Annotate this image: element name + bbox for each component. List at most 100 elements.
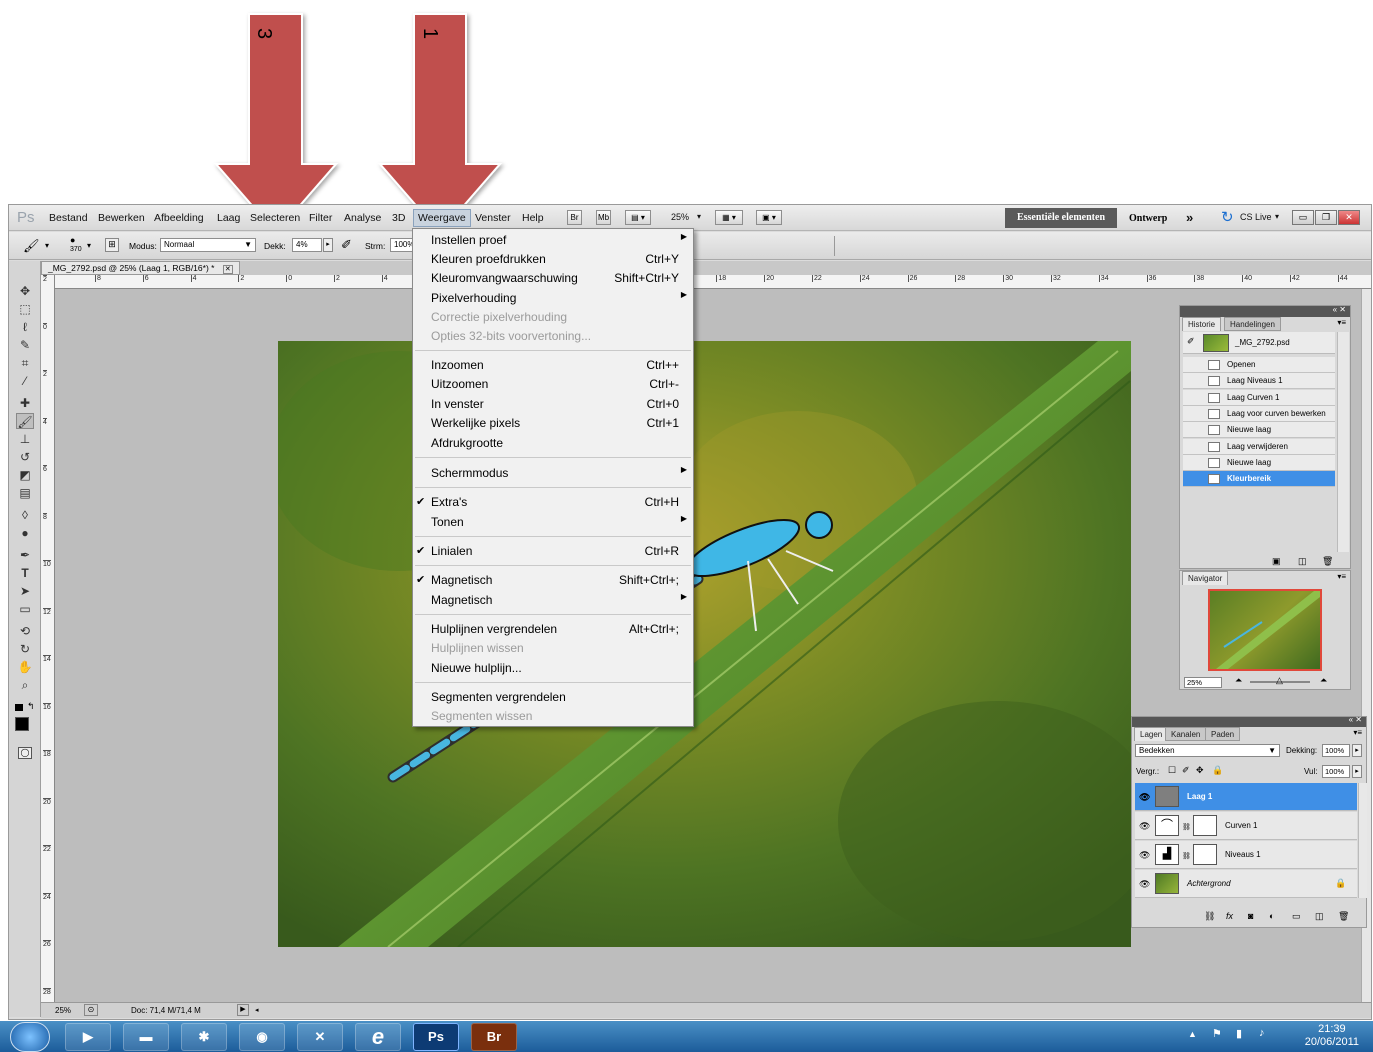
healing-brush-tool-icon[interactable]: ✚: [16, 395, 34, 411]
eyedropper-tool-icon[interactable]: ⁄: [16, 373, 34, 389]
menu-selecteren[interactable]: Selecteren: [250, 212, 300, 224]
menu-item-in-venster[interactable]: In venster Ctrl+0: [413, 395, 693, 414]
history-state-row[interactable]: Openen: [1183, 357, 1335, 373]
path-selection-tool-icon[interactable]: ➤: [16, 583, 34, 599]
show-hidden-icons-icon[interactable]: ▲: [1188, 1029, 1197, 1039]
chevron-down-icon[interactable]: ▾: [87, 241, 91, 250]
zoom-tool-icon[interactable]: ⌕: [16, 677, 34, 693]
chevron-down-icon[interactable]: ▾: [697, 212, 701, 221]
default-colors-icon[interactable]: [15, 704, 23, 711]
history-state-row[interactable]: Laag voor curven bewerken: [1183, 405, 1335, 422]
menu-venster[interactable]: Venster: [475, 212, 511, 224]
minibridge-button[interactable]: Mb: [596, 210, 611, 225]
workspace-design-button[interactable]: Ontwerp: [1129, 213, 1167, 224]
brush-tool-icon[interactable]: 🖌: [16, 413, 34, 429]
3d-rotate-tool-icon[interactable]: ⟲: [16, 623, 34, 639]
crop-tool-icon[interactable]: ⌗: [16, 355, 34, 371]
menu-3d[interactable]: 3D: [392, 212, 405, 224]
menu-item-werkelijke-pixels[interactable]: Werkelijke pixels Ctrl+1: [413, 414, 693, 433]
menu-filter[interactable]: Filter: [309, 212, 332, 224]
status-options-icon[interactable]: ⊙: [84, 1004, 98, 1016]
menu-item-tonen[interactable]: Tonen ▶: [413, 513, 693, 532]
brush-preset-icon[interactable]: ●: [70, 235, 75, 245]
action-center-flag-icon[interactable]: ⚑: [1212, 1027, 1222, 1040]
workspace-essentials-button[interactable]: Essentiële elementen: [1005, 208, 1117, 228]
menu-item-magnetisch[interactable]: Magnetisch ▶: [413, 591, 693, 610]
history-state-row[interactable]: Laag Niveaus 1: [1183, 373, 1335, 390]
history-brush-tool-icon[interactable]: ↺: [16, 449, 34, 465]
tab-navigator[interactable]: Navigator: [1182, 571, 1229, 585]
menu-item-pixelverhouding[interactable]: Pixelverhouding ▶: [413, 289, 693, 308]
start-button[interactable]: [10, 1022, 50, 1052]
lock-transparency-icon[interactable]: ☐: [1168, 765, 1176, 776]
hand-tool-icon[interactable]: ✋: [16, 659, 34, 675]
status-menu-button[interactable]: ▶: [237, 1004, 249, 1016]
menu-afbeelding[interactable]: Afbeelding: [154, 212, 204, 224]
tab-paden[interactable]: Paden: [1205, 727, 1241, 741]
eye-icon[interactable]: 👁: [1139, 850, 1150, 861]
menu-item-extra-s[interactable]: ✔ Extra's Ctrl+H: [413, 493, 693, 512]
opacity-field[interactable]: 4%: [292, 238, 322, 252]
opacity-slider-button[interactable]: ▸: [323, 238, 333, 252]
panel-menu-icon[interactable]: ▾≡: [1353, 728, 1362, 737]
scroll-left-icon[interactable]: ◂: [255, 1004, 259, 1018]
swap-colors-icon[interactable]: ↰: [27, 701, 35, 712]
bridge-taskbar-button[interactable]: Br: [471, 1023, 517, 1051]
history-brush-source-icon[interactable]: ✐: [1187, 336, 1195, 347]
document-canvas-photo[interactable]: [278, 341, 1131, 947]
history-state-row[interactable]: Laag Curven 1: [1183, 389, 1335, 406]
menu-item-afdrukgrootte[interactable]: Afdrukgrootte: [413, 434, 693, 453]
delete-state-icon[interactable]: 🗑: [1322, 556, 1333, 567]
new-layer-icon[interactable]: ◫: [1315, 911, 1324, 922]
close-button[interactable]: ✕: [1338, 210, 1360, 225]
link-layers-icon[interactable]: ⛓: [1204, 911, 1215, 922]
history-state-row[interactable]: Laag verwijderen: [1183, 438, 1335, 455]
firefox-icon[interactable]: ◉: [239, 1023, 285, 1051]
delete-layer-icon[interactable]: 🗑: [1338, 911, 1349, 922]
menu-laag[interactable]: Laag: [217, 212, 240, 224]
more-workspaces-button[interactable]: »: [1186, 210, 1193, 225]
menu-item-inzoomen[interactable]: Inzoomen Ctrl++: [413, 356, 693, 375]
bridge-button[interactable]: Br: [567, 210, 582, 225]
new-group-icon[interactable]: ▭: [1292, 911, 1301, 922]
menu-item-hulplijnen-wissen[interactable]: Hulplijnen wissen: [413, 639, 693, 658]
navigator-zoom-field[interactable]: 25%: [1184, 677, 1222, 688]
history-scrollbar[interactable]: [1337, 332, 1349, 552]
cslive-button[interactable]: CS Live: [1240, 212, 1272, 222]
move-tool-icon[interactable]: ✥: [16, 283, 34, 299]
menu-item-linialen[interactable]: ✔ Linialen Ctrl+R: [413, 542, 693, 561]
excel-icon[interactable]: ✕: [297, 1023, 343, 1051]
lasso-tool-icon[interactable]: ℓ: [16, 319, 34, 335]
blur-tool-icon[interactable]: ◊: [16, 507, 34, 523]
menu-item-instellen-proef[interactable]: Instellen proef ▶: [413, 231, 693, 250]
opacity-slider-button[interactable]: ▸: [1352, 744, 1362, 757]
navigator-preview[interactable]: [1208, 589, 1322, 671]
view-extras-button[interactable]: ▤ ▾: [625, 210, 651, 225]
tab-lagen[interactable]: Lagen: [1134, 727, 1169, 741]
quick-selection-tool-icon[interactable]: ✎: [16, 337, 34, 353]
tab-historie[interactable]: Historie: [1182, 317, 1222, 331]
marquee-tool-icon[interactable]: ⬚: [16, 301, 34, 317]
menu-item-uitzoomen[interactable]: Uitzoomen Ctrl+-: [413, 375, 693, 394]
layer-row-niveaus-1[interactable]: 👁 ▟ ⛓ Niveaus 1: [1135, 841, 1357, 869]
volume-icon[interactable]: ♪: [1259, 1027, 1265, 1039]
clone-stamp-tool-icon[interactable]: ⊥: [16, 431, 34, 447]
zoom-out-icon[interactable]: ⏶: [1235, 675, 1242, 686]
layer-row-laag-1[interactable]: 👁 Laag 1: [1135, 783, 1357, 811]
eye-icon[interactable]: 👁: [1139, 792, 1150, 803]
system-clock[interactable]: 21:39 20/06/2011: [1305, 1023, 1359, 1049]
screen-mode-button[interactable]: ▣ ▾: [756, 210, 782, 225]
layer-row-curven-1[interactable]: 👁 ⌒ ⛓ Curven 1: [1135, 812, 1357, 840]
internet-explorer-icon[interactable]: e: [355, 1023, 401, 1051]
shape-tool-icon[interactable]: ▭: [16, 601, 34, 617]
layers-scrollbar[interactable]: [1358, 783, 1367, 898]
document-tab[interactable]: _MG_2792.psd @ 25% (Laag 1, RGB/16*) * ✕: [41, 261, 240, 275]
layer-row-achtergrond[interactable]: 👁 Achtergrond 🔒: [1135, 870, 1357, 898]
dodge-tool-icon[interactable]: ●: [16, 525, 34, 541]
explorer-icon[interactable]: ▬: [123, 1023, 169, 1051]
history-state-row[interactable]: Kleurbereik: [1183, 471, 1335, 488]
brush-panel-icon[interactable]: ⊞: [105, 238, 119, 252]
3d-orbit-tool-icon[interactable]: ↻: [16, 641, 34, 657]
photoshop-taskbar-button[interactable]: Ps: [413, 1023, 459, 1051]
type-tool-icon[interactable]: T: [16, 565, 34, 581]
